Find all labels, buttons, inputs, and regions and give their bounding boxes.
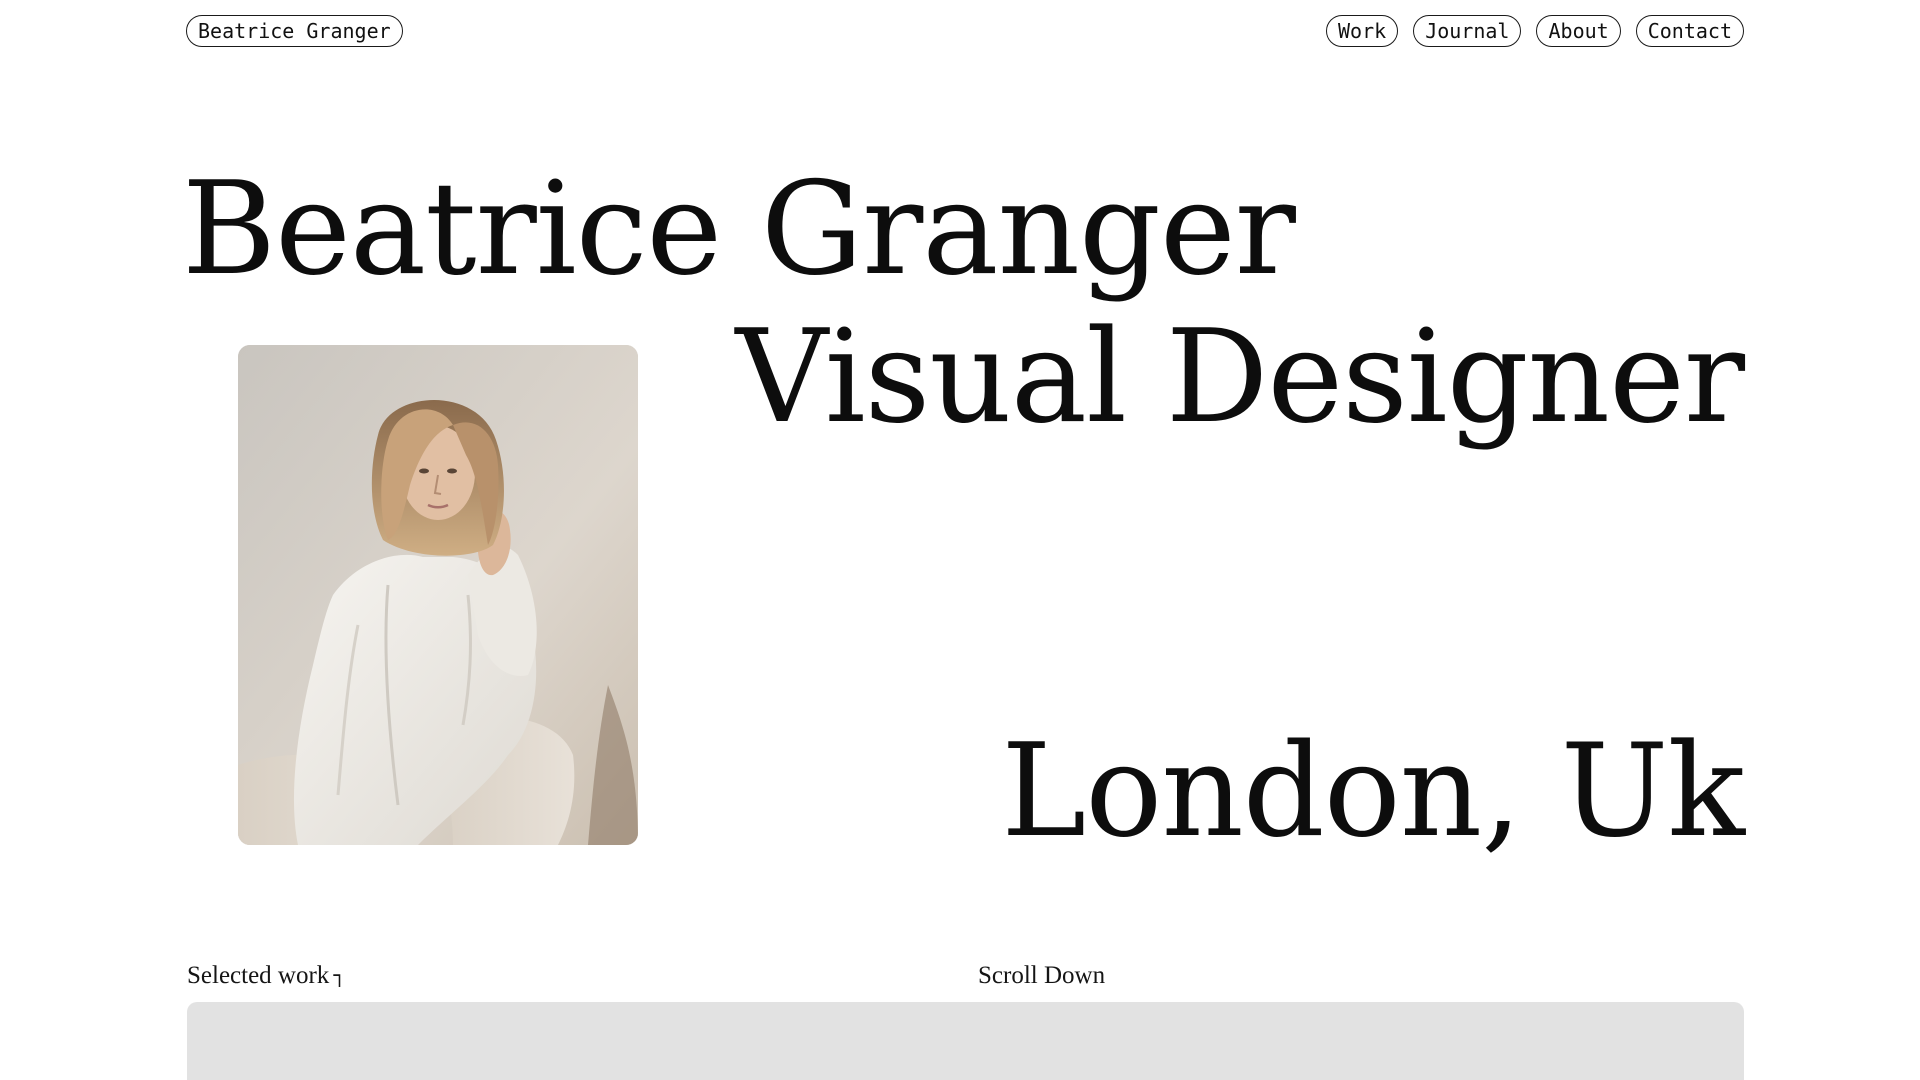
selected-work-text: Selected work [187, 962, 330, 989]
nav-journal-link[interactable]: Journal [1413, 15, 1522, 47]
hero-name-heading: Beatrice Granger [182, 155, 1296, 304]
main-nav: Work Journal About Contact [1326, 15, 1744, 47]
portfolio-page: Beatrice Granger Work Journal About Cont… [0, 0, 1920, 1080]
scroll-down-label[interactable]: Scroll Down [978, 962, 1105, 990]
logo-link[interactable]: Beatrice Granger [186, 15, 403, 47]
selected-work-label: Selected work ┐ [187, 962, 345, 990]
corner-down-arrow-icon: ┐ [333, 963, 346, 987]
nav-work-link[interactable]: Work [1326, 15, 1399, 47]
portrait-photo [238, 345, 638, 845]
hero-role-heading: Visual Designer [735, 303, 1745, 452]
selected-work-panel[interactable] [187, 1002, 1744, 1080]
nav-about-link[interactable]: About [1536, 15, 1621, 47]
hero-location-heading: London, Uk [1001, 717, 1745, 866]
nav-contact-link[interactable]: Contact [1635, 15, 1744, 47]
